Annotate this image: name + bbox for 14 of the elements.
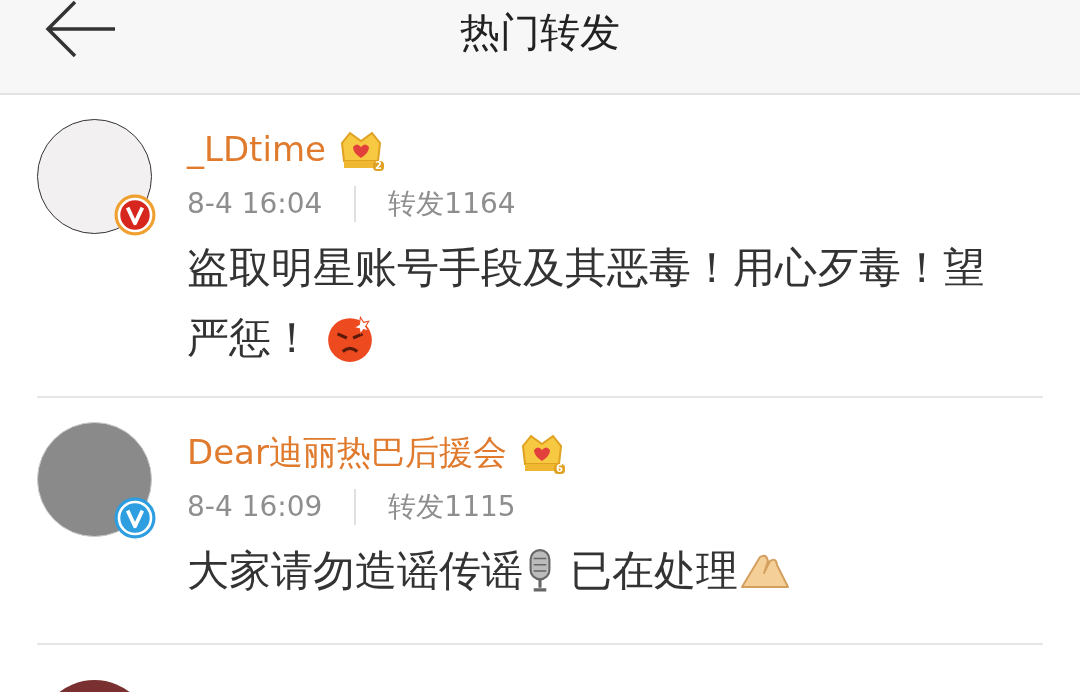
comment-text: 盗取明星账号手段及其恶毒！用心歹毒！望: [187, 242, 985, 294]
comment-text: 已在处理: [569, 545, 739, 597]
page-title: 热门转发: [460, 7, 620, 57]
repost-count: 转发1115: [388, 489, 516, 525]
comment-text: 严惩！: [187, 312, 313, 364]
username-link[interactable]: _LDtime: [187, 123, 326, 175]
microphone-emoji-icon: [527, 548, 553, 594]
angry-face-emoji-icon: [325, 313, 375, 363]
repost-count: 转发1164: [388, 186, 516, 222]
post-time: 8-4 16:04: [187, 186, 323, 222]
username-link[interactable]: Dear迪丽热巴后援会: [187, 426, 507, 478]
back-arrow-icon[interactable]: [45, 0, 117, 60]
comment-text: 大家请勿造谣传谣: [187, 545, 523, 597]
post-time: 8-4 16:09: [187, 489, 323, 525]
